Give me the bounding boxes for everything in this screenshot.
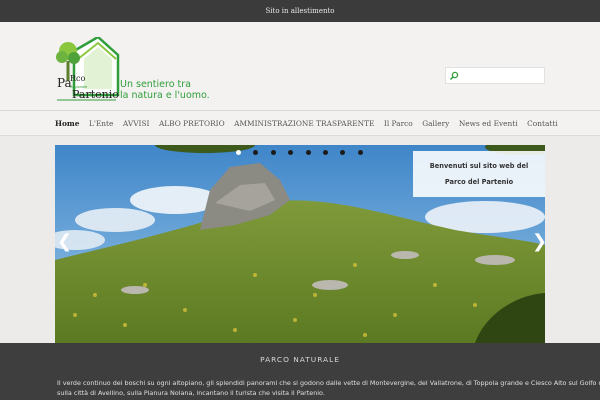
main-nav: Home L'Ente AVVISI ALBO PRETORIO AMMINIS… (0, 110, 600, 136)
caption-line-1: Benvenuti sul sito web del (429, 162, 529, 170)
nav-item-gallery[interactable]: Gallery (422, 119, 449, 128)
slider-prev-arrow-icon[interactable]: ❮ (57, 233, 72, 251)
site-notice: Sito in allestimento (265, 7, 335, 15)
nav-menu: Home L'Ente AVVISI ALBO PRETORIO AMMINIS… (55, 111, 567, 136)
slide-caption: Benvenuti sul sito web del Parco del Par… (413, 151, 545, 197)
slider-next-arrow-icon[interactable]: ❯ (532, 233, 545, 251)
caption-line-2: Parco del Partenio (444, 178, 514, 186)
slider-dot-6[interactable] (322, 150, 328, 155)
slider-dot-4[interactable] (288, 150, 294, 155)
nav-item-news-eventi[interactable]: News ed Eventi (459, 119, 518, 128)
hero-slider: ❮ ❯ Benvenuti sul sito web del Parco del… (55, 145, 545, 343)
intro-section: PARCO NATURALE Il verde continuo dei bos… (0, 343, 600, 400)
slider-dot-2[interactable] (253, 150, 259, 155)
search-box (445, 67, 545, 84)
slider-dot-3[interactable] (270, 150, 276, 155)
slider-pagination (236, 150, 375, 155)
svg-text:Partenio: Partenio (72, 88, 119, 101)
tagline-line-2: la natura e l'uomo. (120, 90, 210, 101)
nav-item-contatti[interactable]: Contatti (527, 119, 558, 128)
section-text: Il verde continuo dei boschi su ogni alt… (57, 378, 600, 398)
section-text-line-1: Il verde continuo dei boschi su ogni alt… (57, 379, 600, 387)
top-notice-bar: Sito in allestimento (0, 0, 600, 22)
site-tagline: Un sentiero tra la natura e l'uomo. (120, 79, 210, 101)
section-text-line-2: sulla città di Avellino, sulla Pianura N… (57, 389, 325, 397)
section-heading: PARCO NATURALE (260, 355, 340, 364)
slider-dot-1[interactable] (236, 150, 241, 155)
tagline-line-1: Un sentiero tra (120, 79, 191, 90)
site-logo[interactable]: Pa Rco Regionale Partenio Un sentiero tr… (54, 37, 214, 107)
slider-dot-8[interactable] (357, 150, 363, 155)
nav-item-avvisi[interactable]: AVVISI (123, 119, 150, 128)
nav-item-il-parco[interactable]: Il Parco (384, 119, 413, 128)
search-icon[interactable] (449, 71, 459, 81)
site-header: Pa Rco Regionale Partenio Un sentiero tr… (0, 22, 600, 110)
nav-item-albo-pretorio[interactable]: ALBO PRETORIO (159, 119, 225, 128)
nav-item-ente[interactable]: L'Ente (89, 119, 113, 128)
slider-dot-5[interactable] (305, 150, 311, 155)
nav-item-home[interactable]: Home (55, 119, 79, 128)
svg-text:Rco: Rco (70, 74, 86, 83)
slider-dot-7[interactable] (340, 150, 346, 155)
nav-item-amministrazione-trasparente[interactable]: AMMINISTRAZIONE TRASPARENTE (234, 119, 374, 128)
search-input[interactable] (460, 69, 542, 82)
